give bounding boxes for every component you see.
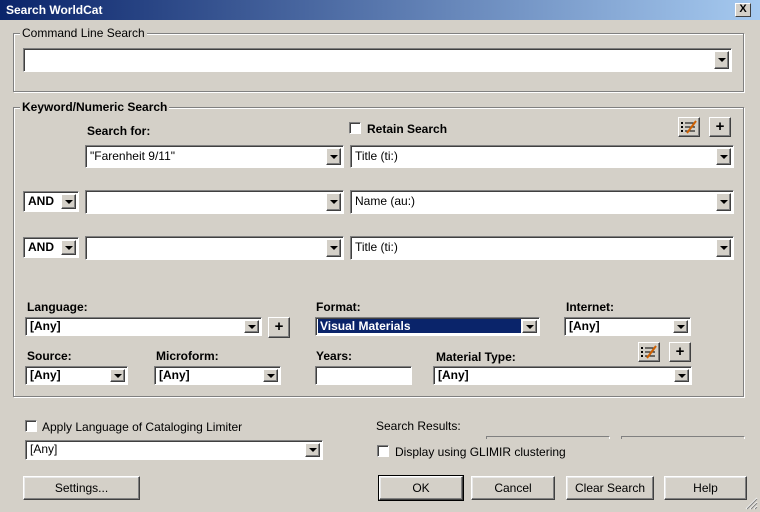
add-material-type-button[interactable]: +	[669, 342, 691, 362]
chevron-down-icon[interactable]	[110, 369, 125, 382]
search-results-indicator-left	[486, 436, 610, 439]
chevron-down-icon[interactable]	[714, 51, 729, 69]
format-select[interactable]: Visual Materials	[315, 317, 540, 336]
boolean-operator-select-2[interactable]: AND	[23, 191, 79, 212]
boolean-operator-select-3[interactable]: AND	[23, 237, 79, 258]
chevron-down-icon[interactable]	[263, 369, 278, 382]
years-input[interactable]	[315, 366, 412, 385]
glimir-label: Display using GLIMIR clustering	[395, 445, 566, 459]
cancel-button[interactable]: Cancel	[471, 476, 555, 500]
search-results-label: Search Results:	[376, 419, 461, 433]
search-index-select-3[interactable]: Title (ti:)	[350, 236, 734, 260]
ok-button[interactable]: OK	[378, 475, 464, 501]
field-list-icon	[641, 345, 657, 359]
chevron-down-icon[interactable]	[244, 320, 259, 333]
command-line-legend: Command Line Search	[20, 26, 147, 40]
field-list-button[interactable]	[678, 117, 700, 137]
language-select[interactable]: [Any]	[25, 317, 262, 336]
retain-search-label: Retain Search	[367, 122, 448, 136]
chevron-down-icon[interactable]	[716, 239, 731, 257]
chevron-down-icon[interactable]	[716, 193, 731, 211]
clear-search-button[interactable]: Clear Search	[566, 476, 654, 500]
years-label: Years:	[316, 349, 353, 363]
chevron-down-icon[interactable]	[61, 240, 76, 255]
search-index-select-2[interactable]: Name (au:)	[350, 190, 734, 214]
search-for-label: Search for:	[87, 124, 151, 138]
chevron-down-icon[interactable]	[673, 320, 688, 333]
material-type-select[interactable]: [Any]	[433, 366, 692, 385]
chevron-down-icon[interactable]	[305, 443, 320, 457]
chevron-down-icon[interactable]	[522, 320, 537, 333]
chevron-down-icon[interactable]	[716, 148, 731, 165]
keyword-search-legend: Keyword/Numeric Search	[20, 100, 170, 114]
window-titlebar: Search WorldCat	[0, 0, 760, 20]
language-label: Language:	[27, 300, 88, 314]
resize-grip-icon[interactable]	[744, 496, 758, 510]
source-label: Source:	[27, 349, 72, 363]
add-language-button[interactable]: +	[268, 317, 290, 338]
field-list-icon	[681, 120, 697, 134]
material-type-label: Material Type:	[436, 350, 516, 364]
chevron-down-icon[interactable]	[326, 239, 341, 257]
chevron-down-icon[interactable]	[61, 194, 76, 209]
format-label: Format:	[316, 300, 361, 314]
cataloging-language-select[interactable]: [Any]	[25, 440, 323, 460]
search-results-indicator-right	[621, 436, 745, 439]
close-icon[interactable]: X	[735, 3, 751, 17]
chevron-down-icon[interactable]	[326, 193, 341, 211]
search-term-input-2[interactable]	[85, 190, 344, 214]
microform-label: Microform:	[156, 349, 219, 363]
glimir-checkbox[interactable]	[377, 445, 389, 457]
help-button[interactable]: Help	[664, 476, 747, 500]
search-index-select-1[interactable]: Title (ti:)	[350, 145, 734, 168]
window-title: Search WorldCat	[6, 3, 103, 17]
source-select[interactable]: [Any]	[25, 366, 128, 385]
command-line-input[interactable]	[23, 48, 732, 72]
chevron-down-icon[interactable]	[326, 148, 341, 165]
apply-language-checkbox[interactable]	[25, 420, 37, 432]
search-term-input-3[interactable]	[85, 236, 344, 260]
apply-language-label: Apply Language of Cataloging Limiter	[42, 420, 243, 434]
material-type-list-button[interactable]	[638, 342, 660, 362]
retain-search-checkbox[interactable]	[349, 122, 361, 134]
search-term-input-1[interactable]: "Farenheit 9/11"	[85, 145, 344, 168]
internet-select[interactable]: [Any]	[564, 317, 691, 336]
add-row-button[interactable]: +	[709, 117, 731, 137]
chevron-down-icon[interactable]	[674, 369, 689, 382]
settings-button[interactable]: Settings...	[23, 476, 140, 500]
microform-select[interactable]: [Any]	[154, 366, 281, 385]
internet-label: Internet:	[566, 300, 614, 314]
